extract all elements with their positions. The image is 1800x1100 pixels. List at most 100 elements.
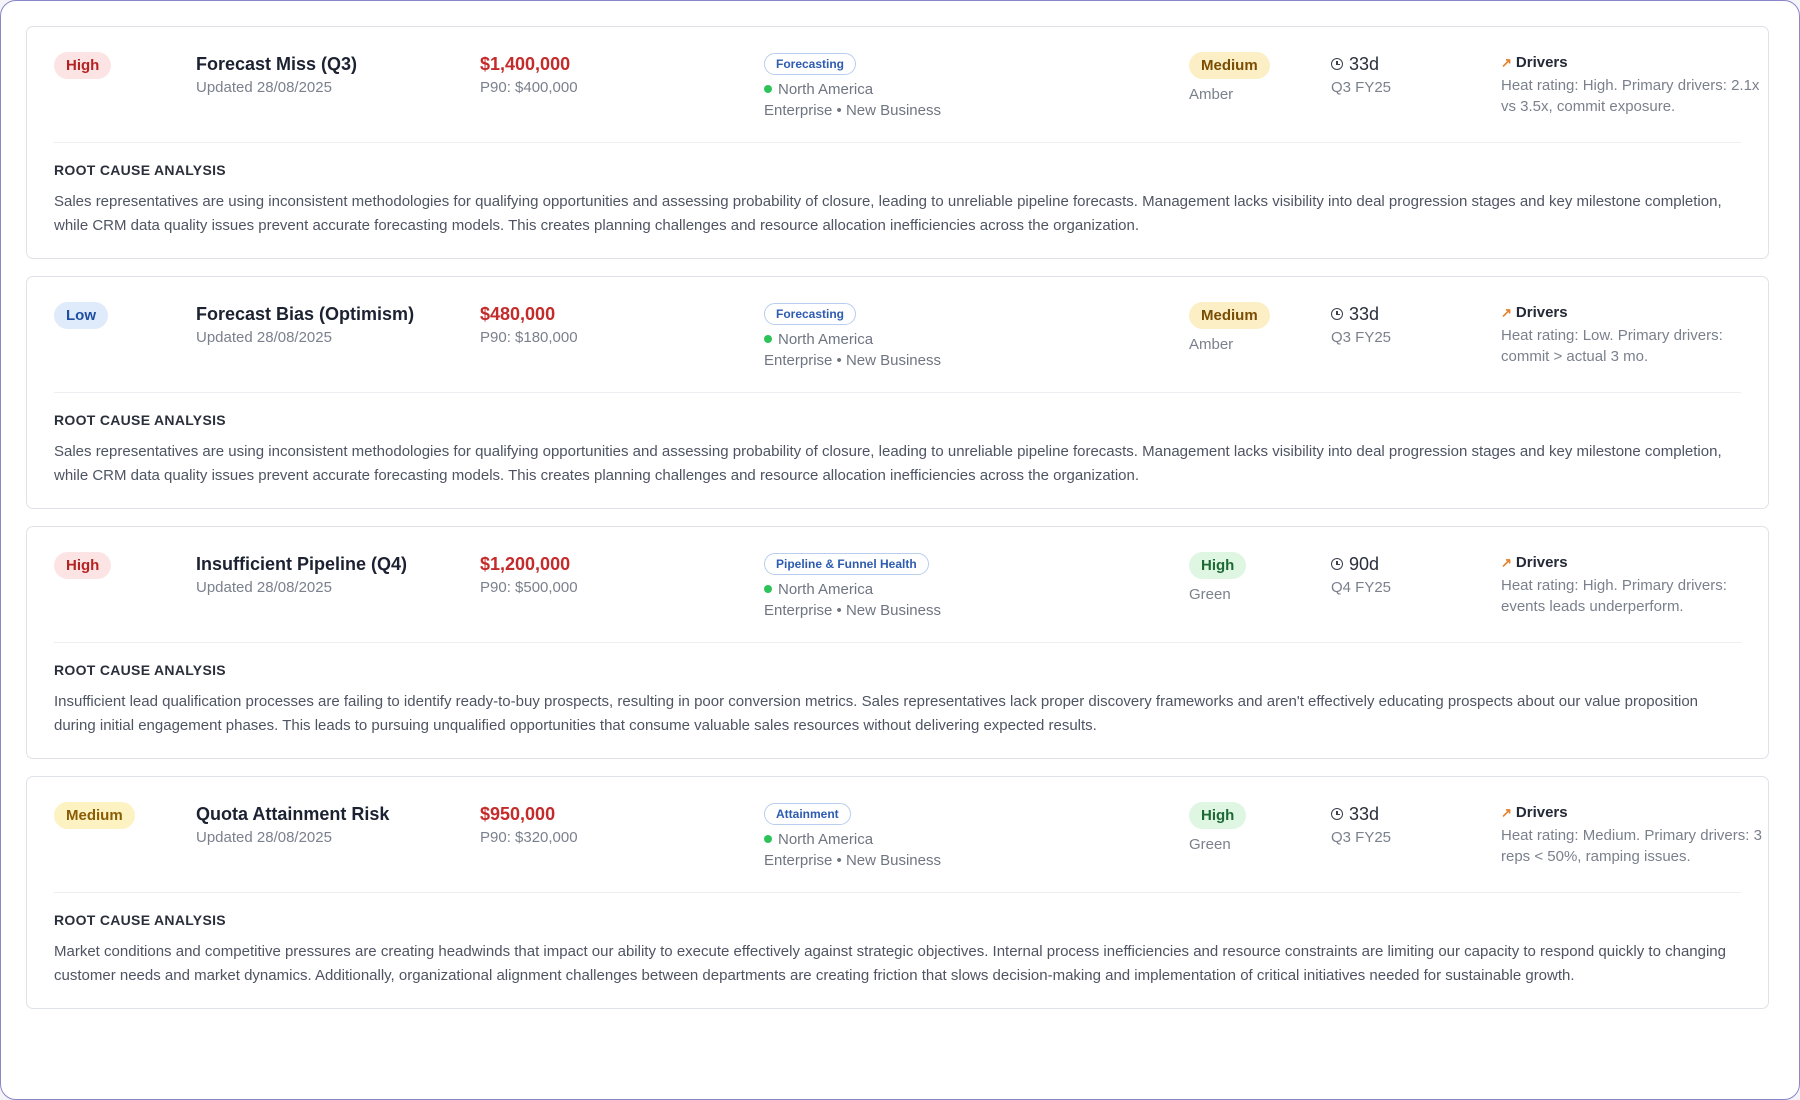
severity-column: Low	[54, 302, 108, 329]
category-tag[interactable]: Attainment	[764, 803, 851, 825]
time-column: 33d Q3 FY25	[1331, 53, 1391, 98]
risk-card-header: Low Forecast Bias (Optimism) Updated 28/…	[54, 277, 1741, 393]
segment-label: Enterprise • New Business	[764, 602, 941, 619]
risk-amount: $1,400,000	[480, 54, 571, 74]
p90-amount: P90: $400,000	[480, 79, 578, 96]
severity-badge: Low	[54, 302, 108, 329]
clock-icon	[1331, 58, 1343, 70]
amount-column: $1,400,000 P90: $400,000	[480, 53, 578, 98]
region-status-dot	[764, 585, 772, 593]
region-label: North America	[764, 79, 941, 100]
app-frame: High Forecast Miss (Q3) Updated 28/08/20…	[0, 0, 1800, 1100]
status-column: High Green	[1189, 802, 1247, 855]
risk-title[interactable]: Quota Attainment Risk	[196, 803, 389, 825]
title-column: Forecast Miss (Q3) Updated 28/08/2025	[196, 53, 357, 98]
risk-title[interactable]: Forecast Bias (Optimism)	[196, 303, 414, 325]
title-column: Quota Attainment Risk Updated 28/08/2025	[196, 803, 389, 848]
severity-badge: High	[54, 52, 112, 79]
region-text: North America	[778, 581, 874, 598]
trending-up-icon: ↗	[1501, 555, 1512, 570]
amount-column: $950,000 P90: $320,000	[480, 803, 578, 848]
days-value: 33d	[1349, 804, 1380, 824]
risk-card-header: Medium Quota Attainment Risk Updated 28/…	[54, 777, 1762, 893]
days-remaining: 90d	[1331, 553, 1391, 575]
days-remaining: 33d	[1331, 53, 1391, 75]
updated-date: Updated 28/08/2025	[196, 79, 332, 96]
root-cause-text: Insufficient lead qualification processe…	[54, 693, 1699, 734]
root-cause-heading: ROOT CAUSE ANALYSIS	[54, 912, 226, 928]
trending-up-icon: ↗	[1501, 805, 1512, 820]
risk-card-list[interactable]: High Forecast Miss (Q3) Updated 28/08/20…	[26, 26, 1769, 1036]
region-text: North America	[778, 81, 874, 98]
drivers-column: ↗ Drivers Heat rating: Low. Primary drive…	[1501, 303, 1769, 367]
category-column: Forecasting North America Enterprise • N…	[764, 303, 941, 371]
updated-date: Updated 28/08/2025	[196, 329, 332, 346]
root-cause-section: ROOT CAUSE ANALYSIS Insufficient lead qu…	[54, 643, 1741, 758]
root-cause-section: ROOT CAUSE ANALYSIS Market conditions an…	[54, 893, 1741, 1008]
days-value: 33d	[1349, 304, 1380, 324]
risk-card[interactable]: Medium Quota Attainment Risk Updated 28/…	[26, 776, 1769, 1009]
drivers-label: Drivers	[1515, 304, 1568, 321]
category-tag[interactable]: Forecasting	[764, 303, 857, 325]
status-badge: High	[1189, 802, 1247, 829]
time-column: 90d Q4 FY25	[1331, 553, 1391, 598]
time-column: 33d Q3 FY25	[1331, 803, 1391, 848]
risk-card[interactable]: High Forecast Miss (Q3) Updated 28/08/20…	[26, 26, 1769, 259]
region-label: North America	[764, 329, 941, 350]
fiscal-period: Q3 FY25	[1331, 79, 1392, 96]
severity-badge: High	[54, 552, 112, 579]
status-color-label: Green	[1189, 586, 1231, 603]
risk-amount: $950,000	[480, 804, 556, 824]
updated-date: Updated 28/08/2025	[196, 579, 332, 596]
severity-badge: Medium	[54, 802, 135, 829]
risk-card[interactable]: Low Forecast Bias (Optimism) Updated 28/…	[26, 276, 1769, 509]
region-label: North America	[764, 829, 941, 850]
status-column: Medium Amber	[1189, 52, 1270, 105]
time-column: 33d Q3 FY25	[1331, 303, 1391, 348]
risk-amount: $1,200,000	[480, 554, 571, 574]
drivers-heading: ↗ Drivers	[1501, 53, 1769, 72]
category-tag[interactable]: Pipeline & Funnel Health	[764, 553, 929, 575]
status-column: Medium Amber	[1189, 302, 1270, 355]
region-status-dot	[764, 335, 772, 343]
drivers-heading: ↗ Drivers	[1501, 803, 1769, 822]
root-cause-section: ROOT CAUSE ANALYSIS Sales representative…	[54, 143, 1741, 258]
days-value: 90d	[1349, 554, 1380, 574]
fiscal-period: Q3 FY25	[1331, 329, 1392, 346]
region-text: North America	[778, 831, 874, 848]
risk-title[interactable]: Forecast Miss (Q3)	[196, 53, 357, 75]
amount-column: $480,000 P90: $180,000	[480, 303, 578, 348]
segment-label: Enterprise • New Business	[764, 852, 941, 869]
drivers-text: Heat rating: Medium. Primary drivers: 3 …	[1501, 827, 1762, 865]
p90-amount: P90: $320,000	[480, 829, 578, 846]
fiscal-period: Q4 FY25	[1331, 579, 1392, 596]
status-badge: Medium	[1189, 302, 1270, 329]
drivers-label: Drivers	[1515, 804, 1568, 821]
root-cause-text: Sales representatives are using inconsis…	[54, 443, 1722, 484]
drivers-label: Drivers	[1515, 554, 1568, 571]
status-color-label: Amber	[1189, 336, 1234, 353]
root-cause-section: ROOT CAUSE ANALYSIS Sales representative…	[54, 393, 1741, 508]
clock-icon	[1331, 808, 1343, 820]
risk-card-header: High Forecast Miss (Q3) Updated 28/08/20…	[54, 27, 1759, 143]
severity-column: High	[54, 52, 112, 79]
risk-card-header: High Insufficient Pipeline (Q4) Updated …	[54, 527, 1741, 643]
risk-card[interactable]: High Insufficient Pipeline (Q4) Updated …	[26, 526, 1769, 759]
region-label: North America	[764, 579, 941, 600]
days-remaining: 33d	[1331, 303, 1391, 325]
days-remaining: 33d	[1331, 803, 1391, 825]
drivers-text: Heat rating: High. Primary drivers: 2.1x…	[1501, 77, 1760, 115]
category-tag[interactable]: Forecasting	[764, 53, 857, 75]
root-cause-text: Sales representatives are using inconsis…	[54, 193, 1722, 234]
status-badge: Medium	[1189, 52, 1270, 79]
risk-title[interactable]: Insufficient Pipeline (Q4)	[196, 553, 407, 575]
updated-date: Updated 28/08/2025	[196, 829, 332, 846]
status-color-label: Amber	[1189, 86, 1234, 103]
category-column: Pipeline & Funnel Health North America E…	[764, 553, 941, 621]
drivers-column: ↗ Drivers Heat rating: Medium. Primary dr…	[1501, 803, 1769, 867]
p90-amount: P90: $500,000	[480, 579, 578, 596]
drivers-text: Heat rating: Low. Primary drivers: commi…	[1501, 327, 1723, 365]
drivers-heading: ↗ Drivers	[1501, 303, 1769, 322]
region-text: North America	[778, 331, 874, 348]
category-column: Forecasting North America Enterprise • N…	[764, 53, 941, 121]
